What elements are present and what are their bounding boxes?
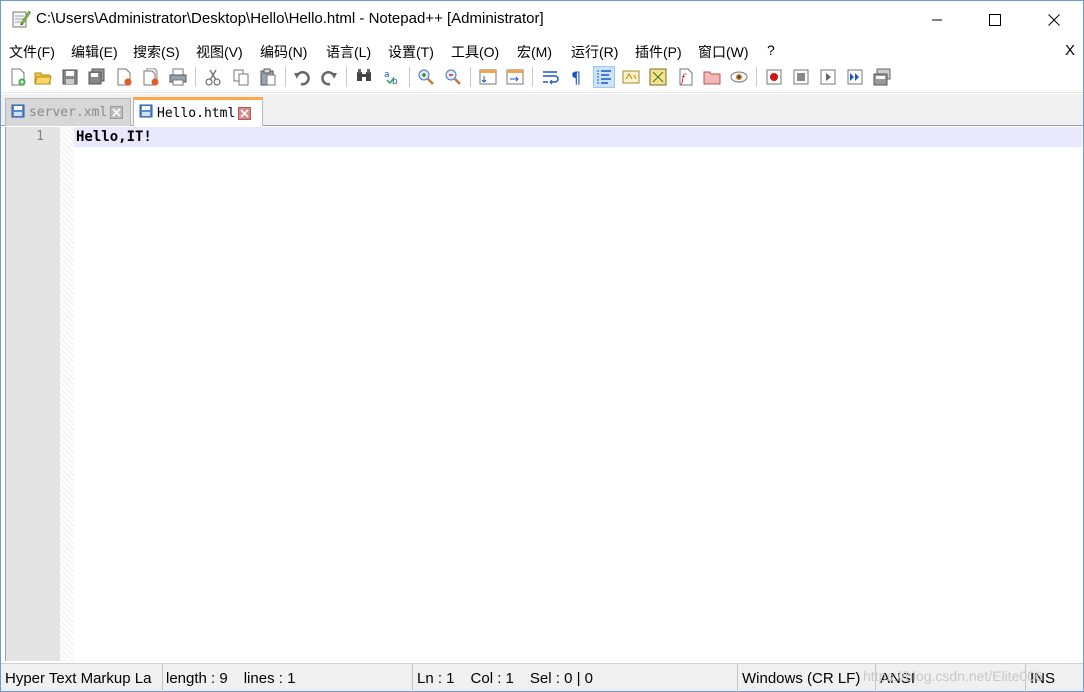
toolbar-separator: [756, 67, 757, 87]
window-title: C:\Users\Administrator\Desktop\Hello\Hel…: [36, 10, 544, 27]
run-macro-multiple-icon[interactable]: [844, 66, 866, 88]
status-position: Ln : 1 Col : 1 Sel : 0 | 0: [413, 664, 738, 692]
menu-window[interactable]: 窗口(W): [698, 42, 749, 62]
save-all-icon[interactable]: [86, 66, 108, 88]
sync-vertical-icon[interactable]: [477, 66, 499, 88]
tab-label: Hello.html: [157, 105, 236, 121]
minimize-button[interactable]: [908, 1, 966, 39]
status-eol[interactable]: Windows (CR LF): [738, 664, 876, 692]
word-wrap-icon[interactable]: [539, 66, 561, 88]
save-macro-icon[interactable]: [871, 66, 893, 88]
close-all-icon[interactable]: [140, 66, 162, 88]
new-file-icon[interactable]: [7, 66, 29, 88]
watermark: https://blog.csdn.net/Elite006: [863, 668, 1043, 684]
close-window-button[interactable]: [1025, 1, 1083, 39]
menu-file[interactable]: 文件(F): [9, 42, 55, 62]
status-col: Col : 1: [470, 669, 514, 687]
paste-icon[interactable]: [257, 66, 279, 88]
indent-guide-icon[interactable]: [593, 66, 615, 88]
show-all-chars-icon[interactable]: ¶: [566, 66, 588, 88]
svg-text:¶: ¶: [571, 68, 581, 86]
print-icon[interactable]: [167, 66, 189, 88]
menu-bar: 文件(F) 编辑(E) 搜索(S) 视图(V) 编码(N) 语言(L) 设置(T…: [1, 39, 1083, 63]
status-language: Hyper Text Markup La: [1, 664, 163, 692]
redo-icon[interactable]: [318, 66, 340, 88]
toolbar-separator: [346, 67, 347, 87]
svg-text:a: a: [384, 70, 390, 80]
doc-map-icon[interactable]: [647, 66, 669, 88]
folder-workspace-icon[interactable]: [701, 66, 723, 88]
record-macro-icon[interactable]: [763, 66, 785, 88]
tab-server-xml[interactable]: server.xml: [5, 98, 131, 126]
close-tab-icon[interactable]: [237, 106, 251, 120]
fold-margin[interactable]: [60, 127, 74, 661]
tab-label: server.xml: [29, 105, 108, 120]
toolbar: ab ¶ f: [1, 63, 1083, 93]
undo-icon[interactable]: [291, 66, 313, 88]
menu-macro[interactable]: 宏(M): [517, 42, 552, 62]
toolbar-separator: [409, 67, 410, 87]
maximize-button[interactable]: [966, 1, 1024, 39]
menu-search[interactable]: 搜索(S): [133, 42, 180, 62]
menu-help[interactable]: ?: [767, 42, 775, 58]
save-icon[interactable]: [59, 66, 81, 88]
close-tab-icon[interactable]: [109, 106, 123, 120]
title-bar[interactable]: C:\Users\Administrator\Desktop\Hello\Hel…: [1, 1, 1083, 39]
copy-icon[interactable]: [230, 66, 252, 88]
toolbar-separator: [195, 67, 196, 87]
zoom-in-icon[interactable]: [415, 66, 437, 88]
save-icon: [139, 104, 153, 122]
menu-encoding[interactable]: 编码(N): [260, 42, 307, 62]
editor-area[interactable]: 1 Hello,IT!: [5, 127, 1082, 661]
line-number-gutter: 1: [6, 127, 60, 661]
status-length-lines: length : 9 lines : 1: [163, 664, 413, 692]
toolbar-separator: [285, 67, 286, 87]
zoom-out-icon[interactable]: [442, 66, 464, 88]
menu-settings[interactable]: 设置(T): [388, 42, 434, 62]
status-bar: Hyper Text Markup La length : 9 lines : …: [1, 663, 1083, 692]
menu-tools[interactable]: 工具(O): [451, 42, 499, 62]
status-sel: Sel : 0 | 0: [529, 669, 593, 687]
function-list-icon[interactable]: f: [674, 66, 696, 88]
menu-plugins[interactable]: 插件(P): [635, 42, 682, 62]
menu-language[interactable]: 语言(L): [326, 42, 371, 62]
sync-horizontal-icon[interactable]: [504, 66, 526, 88]
menu-edit[interactable]: 编辑(E): [71, 42, 118, 62]
toolbar-separator: [532, 67, 533, 87]
status-ln: Ln : 1: [417, 669, 455, 687]
notepadpp-app-icon: [11, 9, 31, 29]
save-icon: [11, 104, 25, 122]
toolbar-separator: [470, 67, 471, 87]
code-line[interactable]: Hello,IT!: [76, 129, 152, 145]
monitoring-icon[interactable]: [728, 66, 750, 88]
playback-macro-icon[interactable]: [817, 66, 839, 88]
close-document-button[interactable]: X: [1065, 42, 1075, 59]
line-number: 1: [36, 129, 44, 144]
user-language-icon[interactable]: [620, 66, 642, 88]
menu-run[interactable]: 运行(R): [571, 42, 618, 62]
tab-hello-html[interactable]: Hello.html: [133, 97, 263, 126]
open-file-icon[interactable]: [32, 66, 54, 88]
status-length: length : 9: [166, 669, 228, 687]
replace-icon[interactable]: ab: [381, 66, 403, 88]
close-icon[interactable]: [113, 66, 135, 88]
status-lines: lines : 1: [243, 669, 296, 687]
stop-record-icon[interactable]: [790, 66, 812, 88]
cut-icon[interactable]: [202, 66, 224, 88]
tab-bar: server.xml Hello.html: [1, 94, 1083, 126]
notepadpp-window: C:\Users\Administrator\Desktop\Hello\Hel…: [0, 0, 1084, 692]
find-icon[interactable]: [353, 66, 375, 88]
menu-view[interactable]: 视图(V): [196, 42, 243, 62]
current-line-highlight: [74, 127, 1082, 147]
